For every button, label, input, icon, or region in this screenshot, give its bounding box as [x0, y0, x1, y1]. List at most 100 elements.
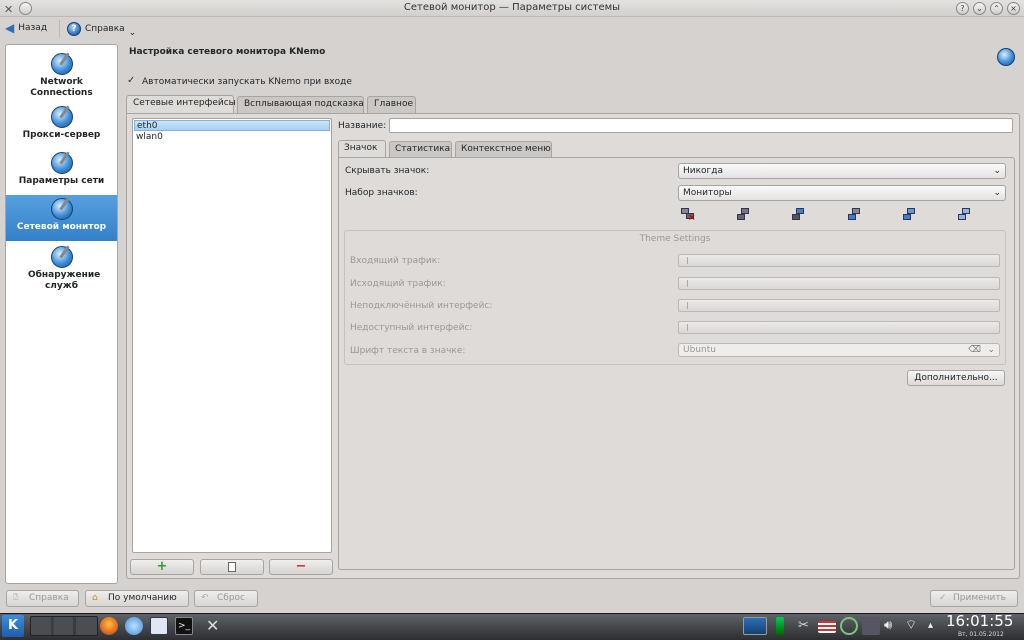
theme-settings-title: Theme Settings	[639, 234, 711, 244]
activity-icon[interactable]	[776, 617, 784, 635]
chevron-down-icon: ⌄	[993, 188, 1001, 198]
outgoing-traffic-label: Исходящий трафик:	[350, 279, 446, 289]
chevron-down-icon: ⌄	[993, 166, 1001, 176]
toolbar-separator	[59, 20, 60, 38]
reset-button-label: Сброс	[217, 593, 246, 603]
window-task-icon[interactable]	[743, 617, 767, 635]
copy-interface-button[interactable]	[200, 559, 264, 575]
tab-context-menu[interactable]: Контекстное меню	[455, 141, 552, 157]
monitor-unavailable-icon	[958, 208, 972, 222]
sidebar-item-label: Network Connections	[30, 77, 93, 98]
disconnected-label: Неподключённый интерфейс:	[350, 301, 493, 311]
help-icon: ?	[67, 22, 81, 36]
module-globe-icon	[997, 48, 1015, 66]
sidebar-item-label: Параметры сети	[18, 176, 105, 186]
sidebar-item-service-discovery[interactable]: Обнаружение служб	[6, 243, 117, 295]
clear-icon[interactable]: ⌫	[968, 344, 981, 356]
tray-expand-icon[interactable]: ▴	[928, 617, 946, 635]
tab-icon[interactable]: Значок	[338, 140, 386, 158]
firefox-icon[interactable]	[100, 617, 118, 635]
list-item-eth0[interactable]: eth0	[134, 120, 330, 131]
network-globe-icon	[50, 246, 73, 268]
tab-tooltip[interactable]: Всплывающая подсказка	[237, 96, 364, 113]
help-label: Справка	[85, 24, 125, 34]
icon-set-select[interactable]: Мониторы ⌄	[678, 185, 1006, 201]
disconnected-color-button[interactable]	[678, 299, 1000, 312]
clock-date: Вт, 01.05.2012	[958, 631, 1004, 638]
checkmark-icon: ✓	[939, 593, 947, 603]
category-sidebar: Network Connections Прокси-сервер Параме…	[5, 44, 118, 584]
tab-statistics[interactable]: Статистика	[389, 141, 452, 157]
hide-icon-label: Скрывать значок:	[345, 166, 430, 176]
network-monitor-tray-icon[interactable]	[862, 617, 880, 635]
chevron-down-icon: ⌄	[128, 28, 137, 38]
undo-icon: ↶	[201, 593, 209, 603]
hide-icon-select[interactable]: Никогда ⌄	[678, 163, 1006, 179]
tools-icon[interactable]: ✕	[206, 617, 224, 635]
tab-network-interfaces[interactable]: Сетевые интерфейсы	[126, 95, 236, 114]
tab-general[interactable]: Главное	[367, 96, 416, 113]
wifi-icon[interactable]: ⌔	[905, 617, 923, 635]
sidebar-item-network-monitor[interactable]: Сетевой монитор	[6, 195, 117, 241]
monitor-idle-icon	[737, 208, 751, 222]
minus-icon: −	[295, 559, 307, 574]
window-title: Сетевой монитор — Параметры системы	[403, 2, 621, 13]
unavailable-color-button[interactable]	[678, 321, 1000, 334]
maximize-icon[interactable]: ⌃	[990, 2, 1003, 15]
network-globe-icon	[50, 152, 73, 174]
name-label: Название:	[338, 121, 387, 131]
back-label: Назад	[18, 23, 48, 33]
sidebar-item-label: Прокси-сервер	[22, 130, 101, 140]
help-button-label: Справка	[29, 593, 69, 603]
autostart-label: Автоматически запускать KNemo при входе	[142, 76, 352, 87]
icon-font-label: Шрифт текста в значке:	[350, 346, 466, 356]
monitor-disconnected-icon: ×	[681, 208, 696, 223]
clock-time[interactable]: 16:01:55	[946, 612, 1013, 630]
hide-icon-value: Никогда	[683, 166, 724, 176]
kde-menu-icon[interactable]: K	[2, 615, 24, 637]
apply-button[interactable]: ✓ Применить	[930, 590, 1018, 607]
desktop-pager-icon[interactable]	[30, 616, 98, 636]
volume-icon[interactable]: 🔊︎	[884, 617, 902, 635]
terminal-icon[interactable]: >_	[175, 617, 193, 635]
autostart-checkbox[interactable]: ✓ Автоматически запускать KNemo при вход…	[127, 76, 352, 87]
close-icon[interactable]: ×	[1007, 2, 1020, 15]
interface-list[interactable]: eth0 wlan0	[132, 118, 332, 553]
chevron-down-icon: ⌄	[987, 345, 995, 355]
incoming-color-button[interactable]	[678, 254, 1000, 267]
font-value: Ubuntu	[683, 345, 716, 355]
add-interface-button[interactable]: +	[130, 559, 194, 575]
clipboard-icon[interactable]: ✂	[798, 617, 816, 635]
name-field[interactable]	[389, 118, 1013, 133]
file-manager-icon[interactable]	[150, 617, 168, 635]
system-settings-icon[interactable]	[125, 617, 143, 635]
help-menu-button[interactable]: ? Справка ⌄	[67, 20, 136, 38]
outgoing-color-button[interactable]	[678, 277, 1000, 290]
checkmark-icon: ✓	[127, 75, 136, 86]
sidebar-item-network-settings[interactable]: Параметры сети	[6, 149, 117, 193]
network-globe-icon	[50, 53, 73, 75]
list-item-wlan0[interactable]: wlan0	[134, 132, 330, 143]
sidebar-item-label: Сетевой монитор	[16, 222, 107, 232]
reset-button[interactable]: ↶ Сброс	[194, 590, 258, 607]
sidebar-item-network-connections[interactable]: Network Connections	[6, 50, 117, 100]
network-globe-icon	[50, 106, 73, 128]
help-window-icon[interactable]: ?	[956, 2, 969, 15]
apply-button-label: Применить	[953, 593, 1006, 603]
sidebar-item-proxy[interactable]: Прокси-сервер	[6, 103, 117, 143]
update-notifier-icon[interactable]	[840, 617, 858, 635]
page-title: Настройка сетевого монитора KNemo	[129, 47, 326, 57]
back-button[interactable]: ◀ Назад	[5, 21, 47, 35]
page-add-icon	[228, 562, 236, 572]
help-button[interactable]: ⍰ Справка	[6, 590, 79, 607]
minimize-icon[interactable]: ⌄	[973, 2, 986, 15]
remove-interface-button[interactable]: −	[269, 559, 333, 575]
defaults-button[interactable]: ⌂ По умолчанию	[85, 590, 189, 607]
incoming-traffic-label: Входящий трафик:	[350, 256, 441, 266]
monitor-incoming-icon	[848, 208, 862, 222]
unavailable-label: Недоступный интерфейс:	[350, 323, 473, 333]
network-globe-icon	[50, 198, 73, 220]
advanced-button[interactable]: Дополнительно...	[907, 370, 1005, 386]
icon-font-select[interactable]: Ubuntu ⌫ ⌄	[678, 343, 1000, 357]
keyboard-layout-icon[interactable]	[818, 621, 836, 633]
